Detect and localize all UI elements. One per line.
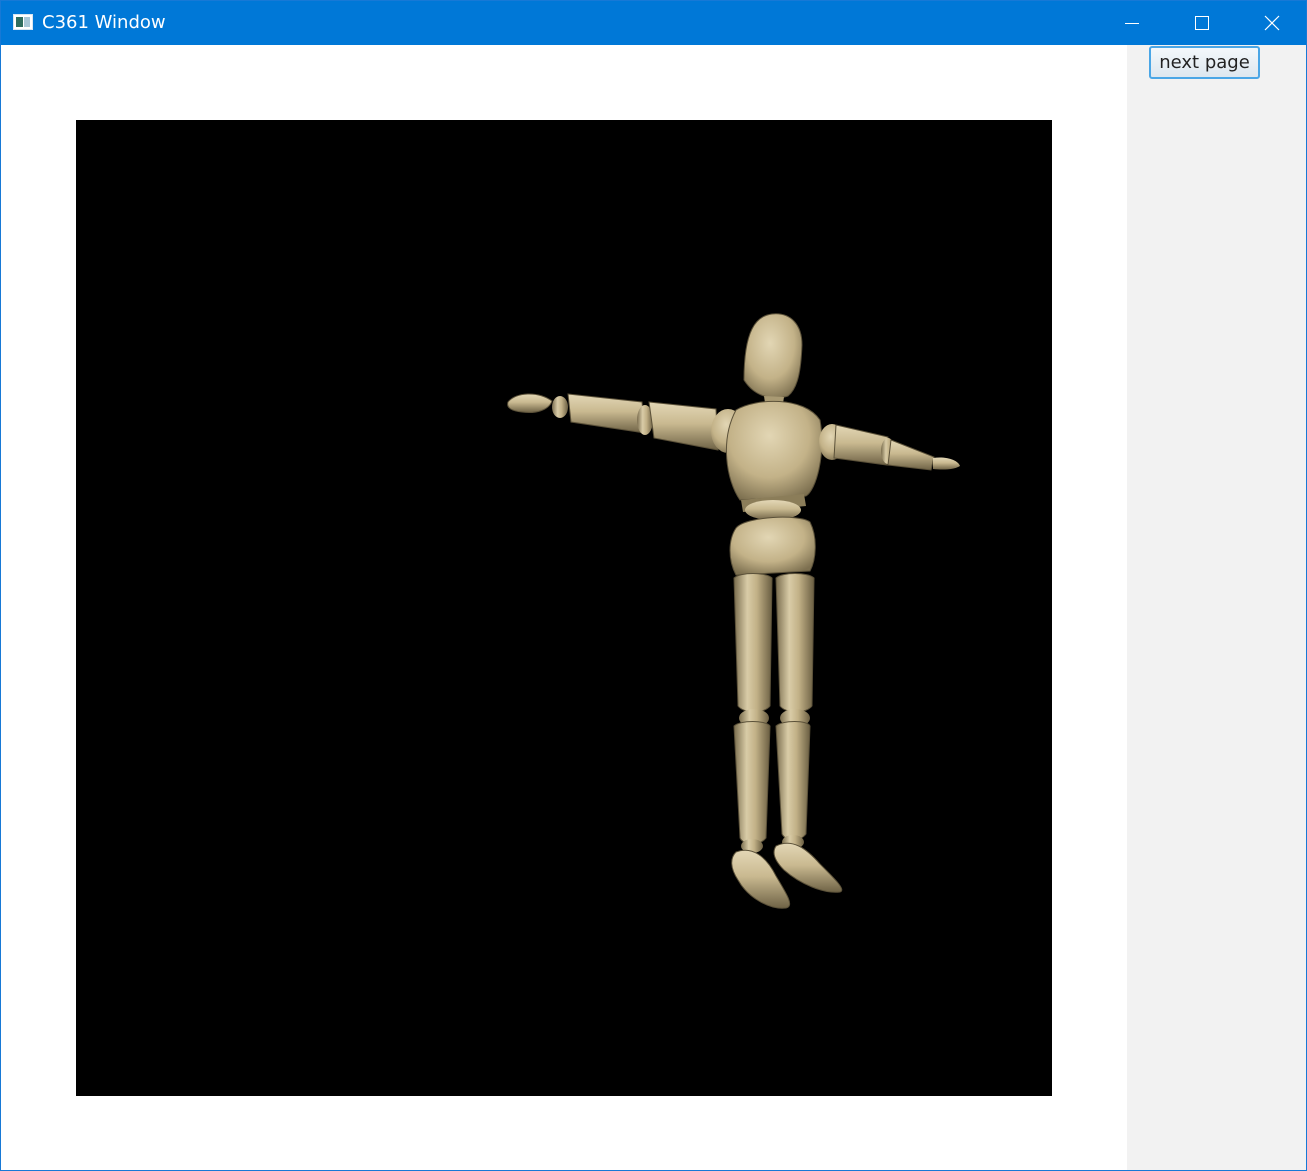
app-window-icon [13,14,33,30]
mannequin-figure [507,313,960,909]
window-title: C361 Window [42,12,166,33]
close-icon [1264,15,1280,31]
render-viewport[interactable] [76,120,1052,1096]
minimize-button[interactable] [1109,1,1155,45]
side-panel: next page [1127,45,1306,1170]
client-area: next page [1,45,1306,1170]
app-window: C361 Window next page [0,0,1307,1171]
next-page-button[interactable]: next page [1149,46,1260,79]
maximize-button[interactable] [1179,1,1225,45]
maximize-icon [1195,16,1209,30]
close-button[interactable] [1249,1,1295,45]
minimize-icon [1125,23,1139,24]
title-bar[interactable]: C361 Window [1,1,1306,45]
